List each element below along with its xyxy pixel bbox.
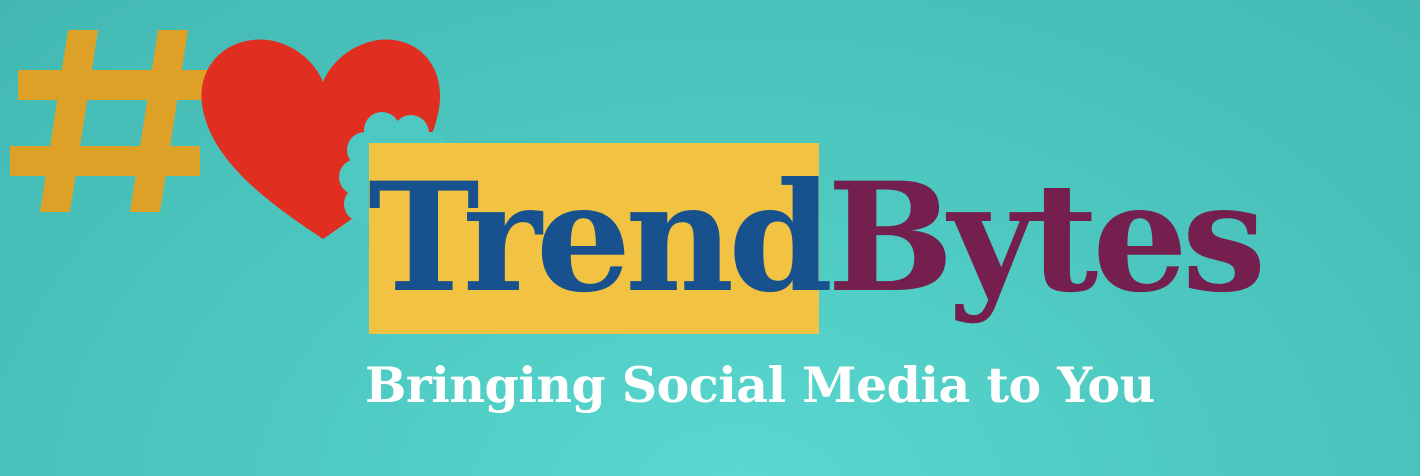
tagline: Bringing Social Media to You	[365, 356, 1155, 414]
wordmark-bytes: Bytes	[827, 150, 1266, 326]
trendbytes-banner: TrendBytes Bringing Social Media to You	[0, 0, 1420, 476]
hashtag-icon	[10, 30, 208, 212]
brand-wordmark: TrendBytes	[368, 148, 1266, 328]
wordmark-trend: Trend	[368, 150, 833, 326]
